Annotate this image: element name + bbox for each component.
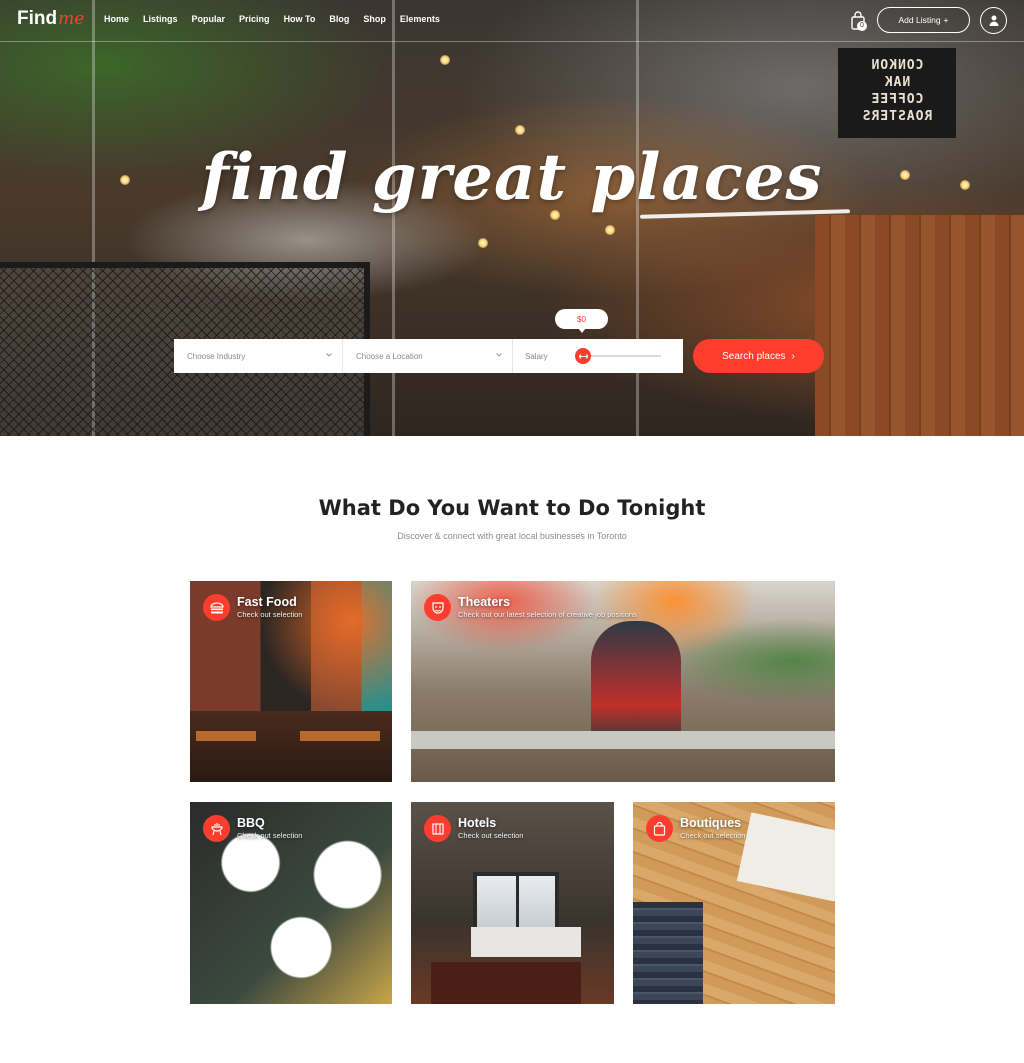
card-photo-table — [431, 962, 581, 1004]
card-description: Check out selection — [237, 610, 303, 619]
salary-slider-track[interactable] — [581, 355, 661, 357]
card-header: Theaters Check out our latest selection … — [424, 594, 637, 621]
card-header: Hotels Check out selection — [424, 815, 523, 842]
ceiling-lamp — [960, 180, 970, 190]
card-photo-floor — [190, 711, 392, 782]
nav-link-shop[interactable]: Shop — [363, 14, 386, 24]
card-photo-clothing-rack — [633, 902, 703, 1004]
category-card-theaters[interactable]: Theaters Check out our latest selection … — [411, 581, 835, 782]
wooden-doors — [815, 215, 1024, 436]
chevron-right-icon: › — [791, 350, 795, 362]
user-icon — [989, 15, 998, 26]
search-bar: Choose Industry Choose a Location Salary — [174, 339, 683, 373]
nav-link-popular[interactable]: Popular — [192, 14, 226, 24]
burger-icon — [203, 594, 230, 621]
ceiling-lamp — [120, 175, 130, 185]
card-photo-window — [473, 872, 559, 932]
card-header: Boutiques Check out selection — [646, 815, 745, 842]
ceiling-lamp — [478, 238, 488, 248]
location-select[interactable]: Choose a Location — [343, 339, 513, 373]
card-description: Check out selection — [237, 831, 303, 840]
card-description: Check out selection — [680, 831, 746, 840]
grill-icon — [203, 815, 230, 842]
category-card-boutiques[interactable]: Boutiques Check out selection — [633, 802, 835, 1004]
industry-select-placeholder: Choose Industry — [187, 351, 246, 361]
coffee-roasters-sign: CONKON NAK COFFEE ROASTERS — [838, 48, 956, 138]
category-card-fast-food[interactable]: Fast Food Check out selection — [190, 581, 392, 782]
category-card-bbq[interactable]: BBQ Check out selection — [190, 802, 392, 1004]
nav-link-elements[interactable]: Elements — [400, 14, 440, 24]
theater-mask-icon — [424, 594, 451, 621]
section-title: What Do You Want to Do Tonight — [318, 496, 706, 520]
card-photo-table — [196, 731, 256, 741]
location-select-placeholder: Choose a Location — [356, 351, 423, 361]
add-listing-button[interactable]: Add Listing + — [877, 7, 970, 33]
chevron-down-icon — [326, 353, 332, 357]
card-header: Fast Food Check out selection — [203, 594, 302, 621]
card-description: Check out selection — [458, 831, 524, 840]
salary-range: Salary — [513, 339, 683, 373]
logo-accent-text: me — [58, 9, 85, 29]
ceiling-lamp — [440, 55, 450, 65]
cart-count-badge: 0 — [857, 21, 867, 31]
card-photo-artist — [591, 621, 681, 741]
logo-text: Find — [17, 8, 58, 29]
hero-banner: CONKON NAK COFFEE ROASTERS Find me Home Lis… — [0, 0, 1024, 436]
card-title: BBQ — [237, 816, 265, 830]
salary-slider-handle[interactable] — [575, 348, 591, 364]
plus-icon: + — [943, 15, 949, 25]
chevron-down-icon — [496, 353, 502, 357]
card-title: Boutiques — [680, 816, 742, 830]
card-photo-bed — [471, 927, 581, 957]
nav-link-blog[interactable]: Blog — [329, 14, 349, 24]
card-description: Check out our latest selection of creati… — [458, 610, 637, 619]
shopping-bag-icon — [646, 815, 673, 842]
industry-select[interactable]: Choose Industry — [174, 339, 343, 373]
card-photo-workbench — [411, 731, 835, 749]
add-listing-label: Add Listing — [898, 15, 941, 25]
top-navigation: Find me Home Listings Popular Pricing Ho… — [0, 0, 1024, 42]
card-title: Theaters — [458, 595, 511, 609]
nav-link-home[interactable]: Home — [104, 14, 129, 24]
logo[interactable]: Find me — [17, 8, 84, 32]
card-header: BBQ Check out selection — [203, 815, 302, 842]
nav-link-pricing[interactable]: Pricing — [239, 14, 270, 24]
drag-arrows-icon — [578, 353, 588, 359]
card-photo-counter — [736, 812, 835, 902]
ceiling-lamp — [900, 170, 910, 180]
card-title: Hotels — [458, 816, 497, 830]
user-account-button[interactable] — [980, 7, 1007, 34]
nav-link-how-to[interactable]: How To — [284, 14, 316, 24]
main-menu: Home Listings Popular Pricing How To Blo… — [104, 14, 454, 24]
search-places-button[interactable]: Search places › — [693, 339, 824, 373]
salary-label: Salary — [525, 351, 548, 361]
card-title: Fast Food — [237, 595, 297, 609]
nav-link-listings[interactable]: Listings — [143, 14, 178, 24]
card-photo-table — [300, 731, 380, 741]
hotel-bed-icon — [424, 815, 451, 842]
search-button-label: Search places — [722, 350, 786, 362]
salary-value-tooltip: $0 — [555, 309, 608, 333]
section-subtitle: Discover & connect with great local busi… — [397, 531, 627, 541]
category-card-hotels[interactable]: Hotels Check out selection — [411, 802, 614, 1004]
